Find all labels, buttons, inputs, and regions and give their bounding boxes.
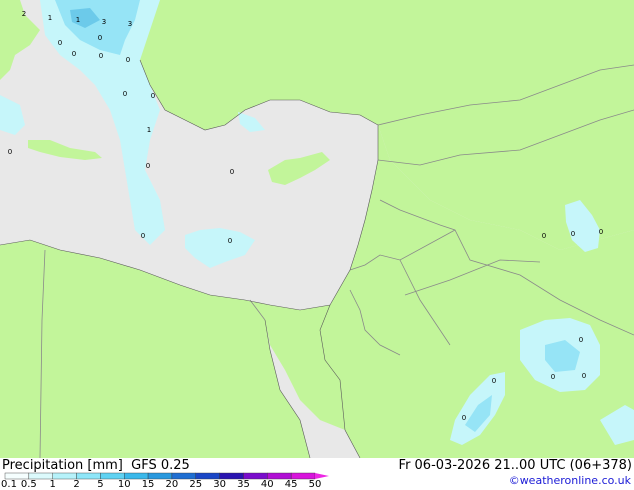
precip-value-label: 1 <box>147 126 151 134</box>
precip-value-label: 1 <box>48 14 52 22</box>
legend-tick-label: 40 <box>260 479 274 490</box>
precip-value-label: 0 <box>542 232 546 240</box>
precip-value-label: 0 <box>492 377 496 385</box>
precip-value-label: 0 <box>8 148 12 156</box>
map-title: Precipitation [mm] GFS 0.25 <box>2 458 190 473</box>
precip-value-label: 0 <box>141 232 145 240</box>
credit-link[interactable]: ©weatheronline.co.uk <box>509 474 631 487</box>
legend-tick-label: 20 <box>165 479 179 490</box>
legend-tick-label: 25 <box>189 479 203 490</box>
precip-value-label: 0 <box>462 414 466 422</box>
legend-tick-label: 0.1 <box>1 479 17 490</box>
legend-tick-label: 0.5 <box>20 479 37 490</box>
legend-tick-label: 15 <box>141 479 155 490</box>
precipitation-map: 2 1 1 3 30 0 00 01000000 0 000 0 0000 <box>0 0 634 458</box>
precip-value-label: 0 <box>123 90 127 98</box>
precip-value-label: 0 <box>146 162 150 170</box>
precip-value-label: 0 <box>99 52 103 60</box>
legend-tick-label: 35 <box>237 479 250 490</box>
precip-value-label: 0 <box>98 34 102 42</box>
precip-value-label: 0 <box>151 92 155 100</box>
precip-value-label: 0 <box>599 228 603 236</box>
precip-value-label: 0 <box>126 56 130 64</box>
valid-time: Fr 06-03-2026 21..00 UTC (06+378) <box>398 458 632 473</box>
legend-tick-label: 10 <box>117 479 131 490</box>
legend-tick-label: 45 <box>284 479 298 490</box>
legend-tick-label: 5 <box>97 479 104 490</box>
precip-value-label: 2 <box>22 10 26 18</box>
legend-tick-label: 1 <box>49 479 56 490</box>
legend-tick-label: 30 <box>213 479 226 490</box>
precip-value-label: 0 <box>72 50 76 58</box>
precip-value-label: 0 <box>571 230 575 238</box>
precip-value-label: 0 <box>582 372 586 380</box>
legend-tick-label: 2 <box>73 479 80 490</box>
precip-value-label: 0 <box>230 168 234 176</box>
precip-value-label: 0 <box>228 237 232 245</box>
precip-value-label: 0 <box>551 373 555 381</box>
precip-value-label: 3 <box>102 18 106 26</box>
legend-tick-label: 50 <box>308 479 322 490</box>
precip-value-label: 0 <box>579 336 583 344</box>
precip-value-label: 3 <box>128 20 132 28</box>
precip-value-label: 0 <box>58 39 62 47</box>
precip-value-label: 1 <box>76 16 80 24</box>
